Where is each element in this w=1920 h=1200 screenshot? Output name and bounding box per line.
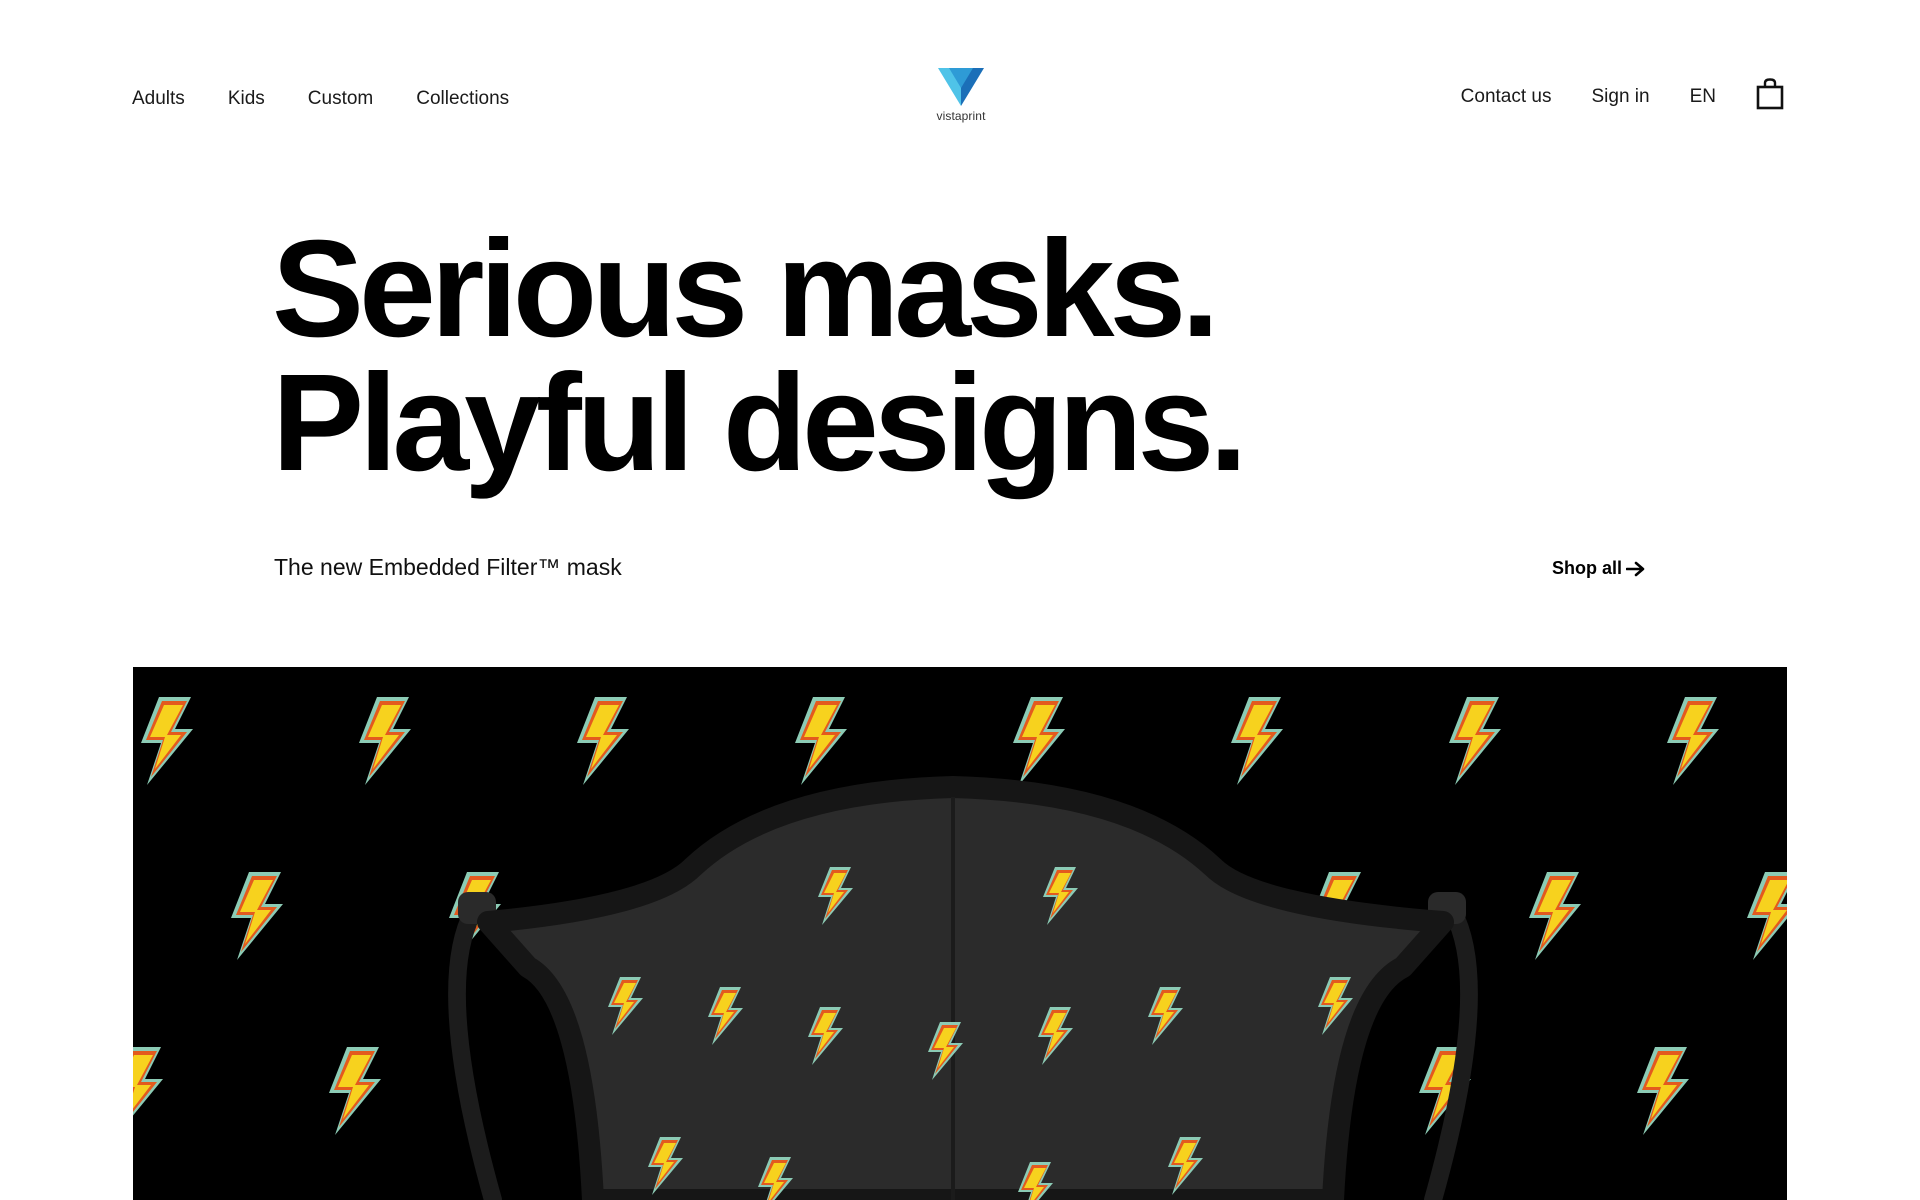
hero-title-line-2: Playful designs. (272, 346, 1248, 500)
logo-wordmark: vistaprint (936, 109, 986, 123)
sign-in-link[interactable]: Sign in (1591, 84, 1649, 110)
contact-us-link[interactable]: Contact us (1461, 84, 1552, 110)
arrow-right-icon (1626, 561, 1645, 576)
bolt-row-1 (141, 697, 1719, 785)
nav-custom[interactable]: Custom (308, 86, 373, 112)
mask-pattern-image (133, 697, 1787, 1200)
hero-banner[interactable] (133, 667, 1787, 1200)
nav-adults[interactable]: Adults (132, 86, 185, 112)
site-header: Adults Kids Custom Collections vistaprin… (0, 0, 1920, 160)
shop-all-label: Shop all (1552, 558, 1623, 578)
page: Adults Kids Custom Collections vistaprin… (0, 0, 1920, 1200)
nav-kids[interactable]: Kids (228, 86, 265, 112)
utility-nav: Contact us Sign in EN (1461, 78, 1784, 110)
primary-nav: Adults Kids Custom Collections (132, 86, 509, 112)
shop-all-link[interactable]: Shop all (1552, 558, 1646, 579)
hero-title-line-1: Serious masks. (272, 212, 1220, 366)
shopping-bag-icon[interactable] (1756, 78, 1784, 110)
language-selector[interactable]: EN (1690, 84, 1716, 110)
vistaprint-logo[interactable]: vistaprint (926, 68, 996, 130)
vistaprint-logo-icon (938, 68, 984, 106)
hero-title: Serious masks. Playful designs. (272, 212, 1248, 500)
hero-subtitle: The new Embedded Filter™ mask (274, 554, 622, 580)
nav-collections[interactable]: Collections (416, 86, 509, 112)
